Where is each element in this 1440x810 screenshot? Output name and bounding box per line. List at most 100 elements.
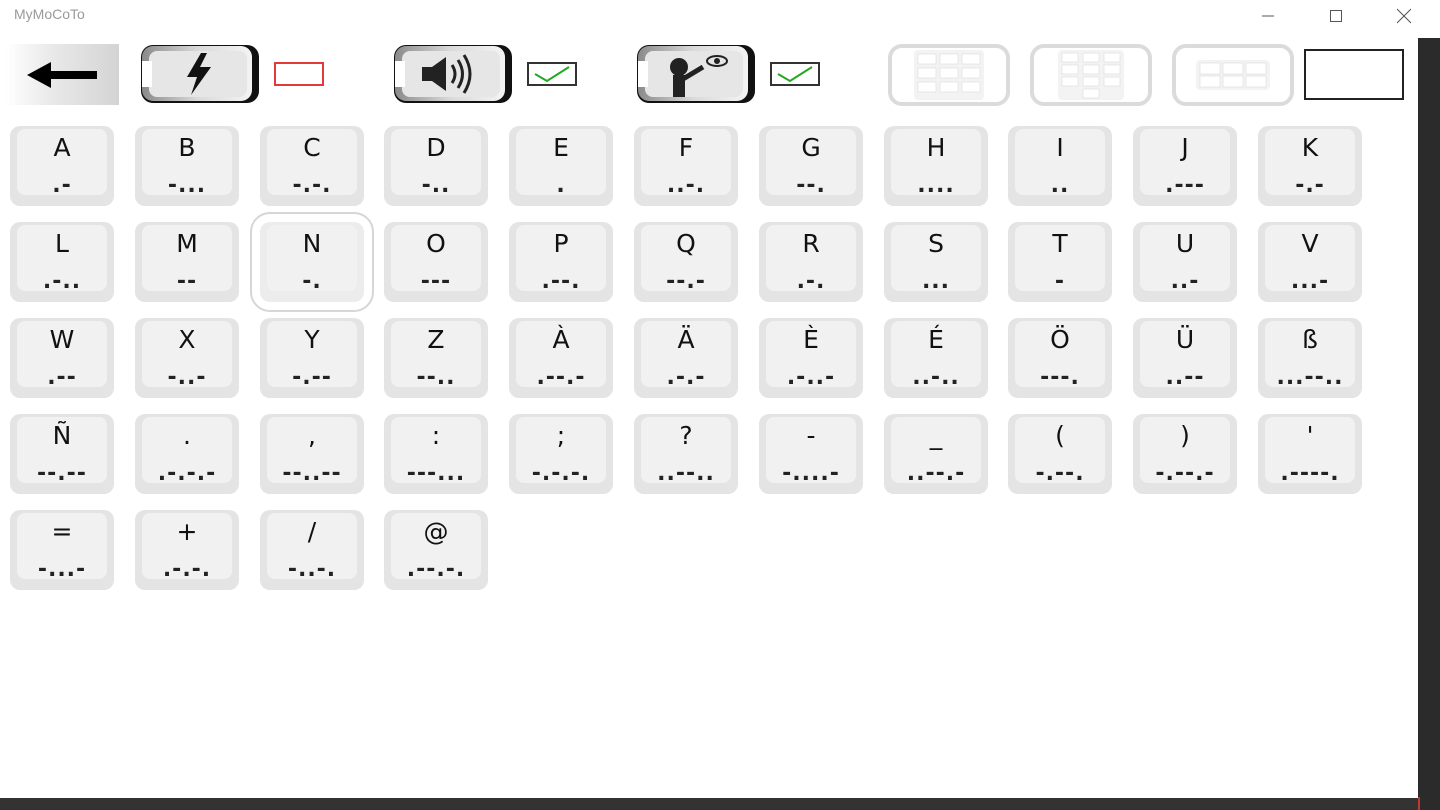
- key-letter: À: [552, 325, 570, 354]
- morse-key[interactable]: B -...: [135, 126, 239, 206]
- morse-key[interactable]: W .--: [10, 318, 114, 398]
- morse-key[interactable]: C -.-.: [260, 126, 364, 206]
- maximize-button[interactable]: [1304, 0, 1368, 32]
- morse-key[interactable]: N -.: [250, 212, 374, 312]
- morse-key[interactable]: / -..-.: [260, 510, 364, 590]
- numeric-keypad-button[interactable]: [1030, 44, 1152, 106]
- morse-key[interactable]: , --..--: [260, 414, 364, 494]
- morse-key[interactable]: F ..-.: [634, 126, 738, 206]
- key-morse-code: -...-: [37, 557, 87, 582]
- minimize-button[interactable]: [1236, 0, 1300, 32]
- key-morse-code: -.--.: [1035, 461, 1085, 486]
- morse-key[interactable]: _ ..--.-: [884, 414, 988, 494]
- key-letter: E: [553, 133, 569, 162]
- key-morse-code: -.: [302, 269, 322, 294]
- morse-key[interactable]: È .-..-: [759, 318, 863, 398]
- morse-key[interactable]: ; -.-.-.: [509, 414, 613, 494]
- morse-key[interactable]: ß ...--..: [1258, 318, 1362, 398]
- morse-key[interactable]: Ñ --.--: [10, 414, 114, 494]
- checkmark-icon: [777, 66, 813, 83]
- sound-checkbox[interactable]: [527, 62, 577, 86]
- morse-key[interactable]: . .-.-.-: [135, 414, 239, 494]
- back-button[interactable]: [6, 44, 119, 105]
- key-letter: =: [51, 517, 73, 546]
- key-morse-code: -.--: [292, 365, 332, 390]
- arrow-keypad-button[interactable]: [1172, 44, 1294, 106]
- sound-toggle[interactable]: [392, 43, 514, 105]
- key-morse-code: ...: [921, 269, 951, 294]
- morse-key[interactable]: @ .--.-.: [384, 510, 488, 590]
- key-letter: G: [801, 133, 821, 162]
- morse-key[interactable]: T-: [1008, 222, 1112, 302]
- arrow-keypad-icon: [1172, 44, 1294, 106]
- minimize-icon: [1262, 15, 1274, 17]
- morse-key[interactable]: H....: [884, 126, 988, 206]
- key-morse-code: -..-: [167, 365, 207, 390]
- morse-key[interactable]: Y -.--: [260, 318, 364, 398]
- visual-toggle[interactable]: [635, 43, 757, 105]
- morse-key[interactable]: R .-.: [759, 222, 863, 302]
- left-arrow-icon: [26, 61, 97, 88]
- morse-key[interactable]: I..: [1008, 126, 1112, 206]
- key-morse-code: .-.-.-: [157, 461, 217, 486]
- visual-checkbox[interactable]: [770, 62, 820, 86]
- key-morse-code: .--.-.: [406, 557, 466, 582]
- morse-key[interactable]: L .-..: [10, 222, 114, 302]
- flash-checkbox[interactable]: [274, 62, 324, 86]
- key-morse-code: ---.: [1040, 365, 1080, 390]
- output-box[interactable]: [1304, 49, 1404, 100]
- key-letter: É: [928, 325, 944, 354]
- morse-key[interactable]: ' .----.: [1258, 414, 1362, 494]
- morse-key[interactable]: À .--.-: [509, 318, 613, 398]
- morse-key[interactable]: J .---: [1133, 126, 1237, 206]
- morse-key[interactable]: X -..-: [135, 318, 239, 398]
- key-letter: :: [431, 421, 441, 450]
- morse-key[interactable]: U ..-: [1133, 222, 1237, 302]
- abc-keypad-button[interactable]: [888, 44, 1010, 106]
- morse-key[interactable]: ? ..--..: [634, 414, 738, 494]
- morse-key[interactable]: K -.-: [1258, 126, 1362, 206]
- morse-key[interactable]: Ö ---.: [1008, 318, 1112, 398]
- morse-key[interactable]: - -....-: [759, 414, 863, 494]
- key-morse-code: -: [1054, 269, 1066, 294]
- morse-key[interactable]: V ...-: [1258, 222, 1362, 302]
- key-morse-code: ..--..: [657, 461, 715, 486]
- morse-key[interactable]: A .-: [10, 126, 114, 206]
- morse-key[interactable]: Ü ..--: [1133, 318, 1237, 398]
- morse-key[interactable]: Z --..: [384, 318, 488, 398]
- morse-key[interactable]: D -..: [384, 126, 488, 206]
- app-window: MyMoCoTo A .- B -... C -.-. D -.. E . F …: [0, 0, 1440, 810]
- morse-key[interactable]: S...: [884, 222, 988, 302]
- morse-key[interactable]: ) -.--.-: [1133, 414, 1237, 494]
- morse-key[interactable]: O ---: [384, 222, 488, 302]
- morse-key[interactable]: : ---...: [384, 414, 488, 494]
- vertical-scrollbar[interactable]: [1418, 38, 1440, 810]
- key-letter: Ñ: [52, 421, 72, 450]
- morse-key[interactable]: Q --.-: [634, 222, 738, 302]
- key-morse-code: .-.: [796, 269, 826, 294]
- key-letter: È: [803, 325, 819, 354]
- flash-toggle[interactable]: [139, 43, 261, 105]
- key-letter: Y: [304, 325, 320, 354]
- key-morse-code: --.: [796, 173, 826, 198]
- key-morse-code: ..: [1050, 173, 1070, 198]
- key-letter: .: [183, 421, 191, 450]
- morse-key[interactable]: E.: [509, 126, 613, 206]
- morse-key[interactable]: G --.: [759, 126, 863, 206]
- key-letter: J: [1181, 133, 1189, 162]
- app-title: MyMoCoTo: [14, 6, 85, 22]
- morse-key[interactable]: É ..-..: [884, 318, 988, 398]
- key-letter: Ö: [1050, 325, 1070, 354]
- morse-key[interactable]: = -...-: [10, 510, 114, 590]
- morse-key[interactable]: Ä .-.-: [634, 318, 738, 398]
- morse-key[interactable]: P .--.: [509, 222, 613, 302]
- key-letter: ': [1306, 421, 1314, 450]
- key-morse-code: .----.: [1280, 461, 1340, 486]
- morse-key[interactable]: (-.--.: [1008, 414, 1112, 494]
- close-button[interactable]: [1372, 0, 1436, 32]
- morse-key[interactable]: + .-.-.: [135, 510, 239, 590]
- morse-key[interactable]: M --: [135, 222, 239, 302]
- key-morse-code: ...--..: [1276, 365, 1344, 390]
- bottom-bar: [0, 798, 1418, 810]
- key-letter: /: [307, 517, 317, 546]
